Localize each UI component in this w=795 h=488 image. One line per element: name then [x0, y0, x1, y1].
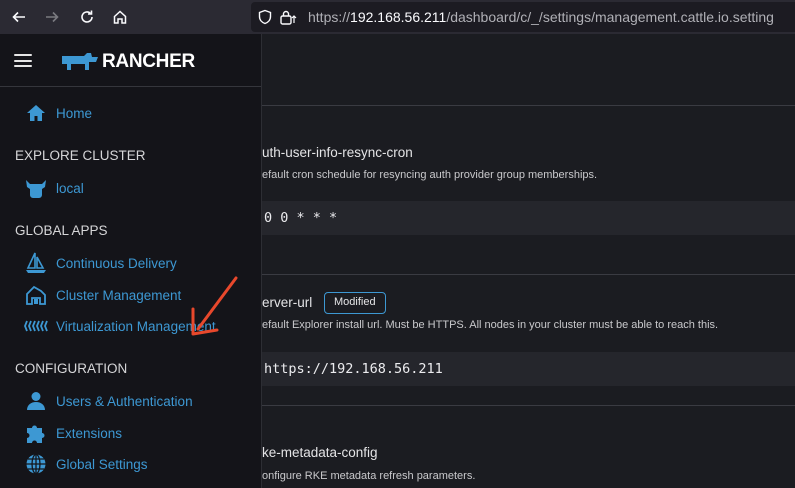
puzzle-icon [24, 422, 48, 444]
sidebar-item-label: Global Settings [56, 456, 148, 472]
divider [262, 105, 795, 106]
setting-name: erver-url [262, 295, 313, 310]
settings-list: uth-user-info-resync-cron efault cron sc… [262, 34, 795, 488]
setting-value-box: 0 0 * * * [262, 201, 795, 235]
address-bar[interactable]: https://192.168.56.211/dashboard/c/_/set… [251, 2, 795, 32]
url-text[interactable]: https://192.168.56.211/dashboard/c/_/set… [308, 2, 774, 32]
setting-value: 0 0 * * * [264, 210, 338, 226]
sidebar-item-label: local [56, 180, 84, 196]
rancher-logo-icon[interactable] [58, 51, 100, 71]
reload-button[interactable] [73, 0, 101, 34]
forward-button[interactable] [38, 0, 66, 34]
divider [262, 405, 795, 406]
sidebar-item-label: Continuous Delivery [56, 255, 177, 271]
cattle-icon [24, 177, 48, 199]
sidebar-item-users-authentication[interactable]: Users & Authentication [24, 389, 193, 413]
back-button[interactable] [5, 0, 33, 34]
lock-warning-icon[interactable] [279, 9, 299, 25]
globe-icon [24, 453, 48, 475]
side-navigation: RANCHER Home EXPLORE CLUSTER local GLOBA… [0, 34, 262, 488]
sidebar-item-local[interactable]: local [24, 176, 84, 200]
explore-cluster-heading: EXPLORE CLUSTER [15, 148, 146, 163]
sidebar-item-label: Home [56, 105, 93, 121]
sidebar-item-home[interactable]: Home [24, 101, 92, 125]
menu-toggle-button[interactable] [14, 54, 32, 67]
setting-value: https://192.168.56.211 [264, 361, 443, 377]
configuration-heading: CONFIGURATION [15, 361, 128, 376]
url-host: 192.168.56.211 [350, 9, 447, 25]
setting-description: onfigure RKE metadata refresh parameters… [262, 470, 476, 482]
brand-name[interactable]: RANCHER [102, 51, 195, 73]
sidebar-item-continuous-delivery[interactable]: Continuous Delivery [24, 251, 177, 275]
setting-name: uth-user-info-resync-cron [262, 145, 413, 160]
harvester-icon [24, 315, 48, 337]
sidebar-item-extensions[interactable]: Extensions [24, 421, 122, 445]
home-page-button[interactable] [106, 0, 134, 34]
browser-toolbar: https://192.168.56.211/dashboard/c/_/set… [0, 0, 795, 34]
url-path: /dashboard/c/_/settings/management.cattl… [446, 9, 774, 25]
sidebar-header: RANCHER [0, 34, 261, 87]
home-icon [24, 102, 48, 124]
reload-icon [81, 10, 93, 23]
arrow-right-icon [46, 11, 59, 23]
setting-description: efault cron schedule for resyncing auth … [262, 169, 598, 181]
setting-description: efault Explorer install url. Must be HTT… [262, 319, 719, 331]
cluster-farm-icon [24, 284, 48, 306]
modified-badge: Modified [324, 292, 386, 314]
arrow-left-icon [12, 11, 25, 23]
sidebar-item-label: Extensions [56, 425, 123, 441]
setting-name: ke-metadata-config [262, 445, 378, 460]
sidebar-item-label: Users & Authentication [56, 393, 193, 409]
user-icon [24, 390, 48, 412]
shield-icon[interactable] [257, 9, 273, 25]
setting-value-box: https://192.168.56.211 [262, 352, 795, 386]
url-scheme: https:// [308, 9, 351, 25]
house-outline-icon [113, 10, 127, 24]
sailboat-icon [24, 252, 48, 274]
sidebar-item-global-settings[interactable]: Global Settings [24, 452, 148, 476]
sidebar-item-label: Cluster Management [56, 287, 182, 303]
divider [262, 274, 795, 275]
global-apps-heading: GLOBAL APPS [15, 223, 108, 238]
annotation-arrow-icon [191, 276, 238, 336]
sidebar-item-cluster-management[interactable]: Cluster Management [24, 283, 181, 307]
